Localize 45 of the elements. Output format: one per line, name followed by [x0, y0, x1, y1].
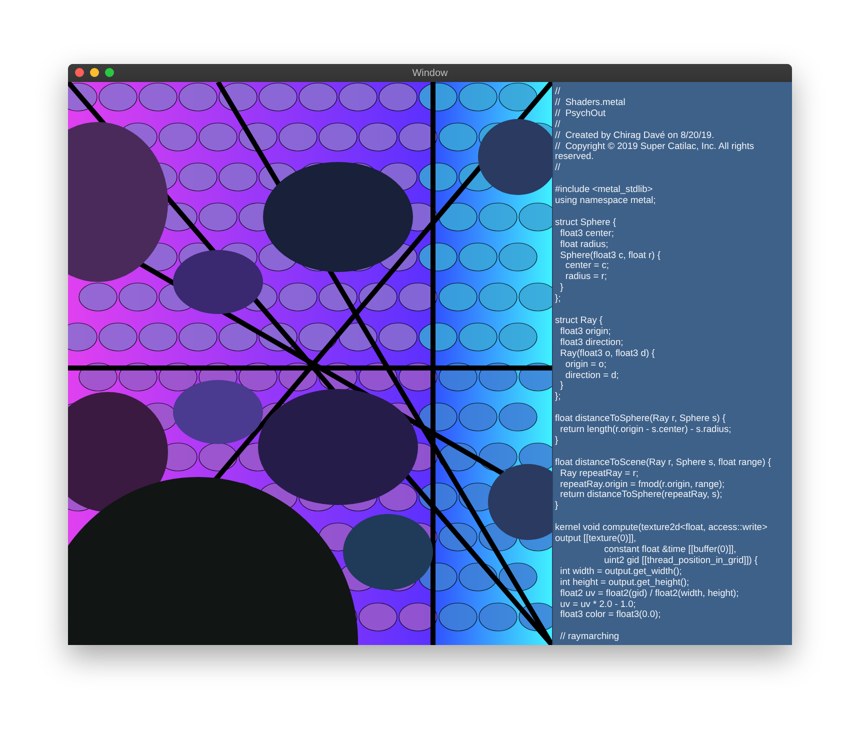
zoom-button[interactable] — [105, 68, 114, 77]
code-line: }; — [555, 391, 562, 402]
code-line: float radius; — [559, 238, 610, 250]
minimize-button[interactable] — [90, 68, 99, 77]
window-title: Window — [412, 68, 448, 78]
code-line: float distanceToScene(Ray r, Sphere s, float range) { — [555, 456, 772, 468]
code-line: // Copyright © 2019 Super Catilac, Inc. All rights reserved. — [555, 140, 756, 162]
code-line: int height = output.get_height(); — [559, 576, 690, 588]
code-line: // — [555, 162, 562, 174]
code-line: // — [555, 118, 562, 130]
code-line: uv = uv * 2.0 - 1.0; — [559, 598, 637, 610]
code-line: struct Ray { — [555, 314, 604, 326]
code-line: return length(r.origin - s.center) - s.radius; — [559, 424, 732, 435]
code-line: float2 uv = float2(gid) / float2(width, height); — [559, 588, 740, 598]
code-line: // Created by Chirag Davé on 8/20/19. — [555, 130, 716, 141]
code-line: float3 direction; — [559, 336, 624, 348]
code-line: #include <metal_stdlib> — [555, 184, 654, 196]
code-line: } — [555, 434, 560, 446]
code-line: } — [555, 500, 560, 512]
code-line: float3 center; — [559, 228, 615, 239]
code-line: float3 color = float3(0.0); — [559, 609, 662, 620]
code-line: } — [560, 380, 564, 392]
code-line: repeatRay.origin = fmod(r.origin, range); — [559, 478, 726, 490]
code-line: constant float &time [[buffer(0)]], — [603, 544, 738, 555]
code-line: // Shaders.metal — [555, 96, 626, 108]
code-line: Ray(float3 o, float3 d) { — [559, 348, 656, 359]
code-line: // — [555, 86, 562, 97]
code-line: float3 origin; — [559, 326, 612, 337]
code-line: // raymarching — [559, 631, 620, 642]
code-line: using namespace metal; — [555, 195, 657, 206]
code-line: } — [560, 282, 564, 294]
code-line: }; — [555, 293, 562, 304]
code-line: radius = r; — [564, 271, 608, 282]
code-line: return distanceToSphere(repeatRay, s); — [559, 489, 724, 500]
code-line: int width = output.get_width(); — [559, 566, 683, 577]
code-line: float distanceToSphere(Ray r, Sphere s) { — [555, 413, 727, 424]
code-line: Sphere(float3 c, float r) { — [559, 250, 662, 260]
code-line: uint2 gid [[thread_position_in_grid]]) { — [603, 554, 759, 566]
code-line: // PsychOut — [555, 108, 607, 119]
code-line: struct Sphere { — [555, 216, 617, 228]
close-button[interactable] — [75, 68, 84, 77]
code-line: Ray repeatRay = r; — [559, 468, 640, 479]
code-line: origin = o; — [564, 358, 608, 370]
code-line: direction = d; — [564, 370, 620, 380]
code-line: center = c; — [564, 260, 610, 272]
